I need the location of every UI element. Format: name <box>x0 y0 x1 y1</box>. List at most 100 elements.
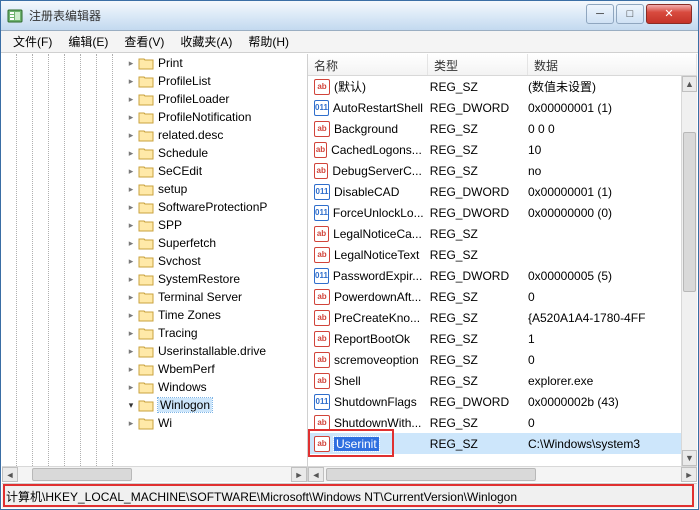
list-row[interactable]: 011ShutdownFlagsREG_DWORD0x0000002b (43) <box>308 391 681 412</box>
expander-closed-icon[interactable]: ▸ <box>126 130 136 140</box>
reg-string-icon: ab <box>314 247 330 263</box>
expander-open-icon[interactable]: ▾ <box>126 400 136 410</box>
menu-favorites[interactable]: 收藏夹(A) <box>172 31 240 52</box>
tree-item[interactable]: ▸Time Zones <box>2 306 307 324</box>
menu-edit[interactable]: 编辑(E) <box>60 31 116 52</box>
menu-help[interactable]: 帮助(H) <box>240 31 297 52</box>
scroll-thumb[interactable] <box>326 468 536 481</box>
value-name: ShutdownFlags <box>334 395 417 409</box>
expander-closed-icon[interactable]: ▸ <box>126 256 136 266</box>
scroll-left-icon[interactable]: ◄ <box>2 467 18 482</box>
list-row[interactable]: 011DisableCADREG_DWORD0x00000001 (1) <box>308 181 681 202</box>
menu-view[interactable]: 查看(V) <box>116 31 172 52</box>
expander-closed-icon[interactable]: ▸ <box>126 94 136 104</box>
tree-item[interactable]: ▸ProfileLoader <box>2 90 307 108</box>
tree-horizontal-scrollbar[interactable]: ◄ ► <box>2 466 307 482</box>
value-type: REG_SZ <box>426 374 524 388</box>
value-type: REG_SZ <box>426 248 524 262</box>
folder-icon <box>138 398 154 412</box>
tree-item[interactable]: ▸ ProfileList <box>2 72 307 90</box>
scroll-left-icon[interactable]: ◄ <box>308 467 324 482</box>
menu-file[interactable]: 文件(F) <box>5 31 60 52</box>
tree-item[interactable]: ▸Tracing <box>2 324 307 342</box>
expander-closed-icon[interactable]: ▸ <box>126 112 136 122</box>
expander-closed-icon[interactable]: ▸ <box>126 328 136 338</box>
expander-closed-icon[interactable]: ▸ <box>126 364 136 374</box>
tree-item-label: ProfileList <box>158 74 211 88</box>
list-row[interactable]: abscremoveoptionREG_SZ0 <box>308 349 681 370</box>
list-horizontal-scrollbar[interactable]: ◄ ► <box>308 466 697 482</box>
list-row[interactable]: abDebugServerC...REG_SZno <box>308 160 681 181</box>
tree-item[interactable]: ▾Winlogon <box>2 396 307 414</box>
tree-item[interactable]: ▸SeCEdit <box>2 162 307 180</box>
reg-dword-icon: 011 <box>314 268 329 284</box>
tree-item[interactable]: ▸Superfetch <box>2 234 307 252</box>
titlebar[interactable]: 注册表编辑器 ─ □ ✕ <box>1 1 698 31</box>
folder-icon <box>138 74 154 88</box>
tree-item[interactable]: ▸Svchost <box>2 252 307 270</box>
expander-closed-icon[interactable]: ▸ <box>126 346 136 356</box>
tree-item[interactable]: ▸SPP <box>2 216 307 234</box>
tree-item-label: Wi <box>158 416 172 430</box>
minimize-button[interactable]: ─ <box>586 4 614 24</box>
list-pane[interactable]: 名称 类型 数据 ab(默认)REG_SZ(数值未设置)011AutoResta… <box>308 54 697 482</box>
reg-string-icon: ab <box>314 331 330 347</box>
tree-item[interactable]: ▸SoftwareProtectionP <box>2 198 307 216</box>
folder-icon <box>138 92 154 106</box>
list-row[interactable]: abShutdownWith...REG_SZ0 <box>308 412 681 433</box>
expander-closed-icon[interactable]: ▸ <box>126 310 136 320</box>
close-button[interactable]: ✕ <box>646 4 692 24</box>
list-vertical-scrollbar[interactable]: ▲ ▼ <box>681 76 697 466</box>
list-row[interactable]: abCachedLogons...REG_SZ10 <box>308 139 681 160</box>
tree-item[interactable]: ▸Print <box>2 54 307 72</box>
scroll-thumb[interactable] <box>32 468 132 481</box>
list-row[interactable]: abShellREG_SZexplorer.exe <box>308 370 681 391</box>
expander-closed-icon[interactable]: ▸ <box>126 76 136 86</box>
list-row[interactable]: 011AutoRestartShellREG_DWORD0x00000001 (… <box>308 97 681 118</box>
tree-item[interactable]: ▸setup <box>2 180 307 198</box>
expander-closed-icon[interactable]: ▸ <box>126 418 136 428</box>
col-name[interactable]: 名称 <box>308 54 428 75</box>
col-type[interactable]: 类型 <box>428 54 528 75</box>
tree-item[interactable]: ▸Userinstallable.drive <box>2 342 307 360</box>
expander-closed-icon[interactable]: ▸ <box>126 148 136 158</box>
expander-closed-icon[interactable]: ▸ <box>126 166 136 176</box>
expander-closed-icon[interactable]: ▸ <box>126 292 136 302</box>
value-type: REG_SZ <box>426 227 524 241</box>
value-data: 0x00000000 (0) <box>524 206 681 220</box>
list-row[interactable]: abReportBootOkREG_SZ1 <box>308 328 681 349</box>
tree-item[interactable]: ▸ProfileNotification <box>2 108 307 126</box>
scroll-up-icon[interactable]: ▲ <box>682 76 697 92</box>
tree-item[interactable]: ▸Schedule <box>2 144 307 162</box>
tree-item[interactable]: ▸related.desc <box>2 126 307 144</box>
list-row[interactable]: 011ForceUnlockLo...REG_DWORD0x00000000 (… <box>308 202 681 223</box>
expander-closed-icon[interactable]: ▸ <box>126 382 136 392</box>
expander-closed-icon[interactable]: ▸ <box>126 58 136 68</box>
tree-item[interactable]: ▸Windows <box>2 378 307 396</box>
scroll-right-icon[interactable]: ► <box>681 467 697 482</box>
expander-closed-icon[interactable]: ▸ <box>126 238 136 248</box>
list-row[interactable]: abBackgroundREG_SZ0 0 0 <box>308 118 681 139</box>
tree-item[interactable]: ▸SystemRestore <box>2 270 307 288</box>
list-row[interactable]: abUserinitREG_SZC:\Windows\system3 <box>308 433 681 454</box>
list-row[interactable]: abPreCreateKno...REG_SZ{A520A1A4-1780-4F… <box>308 307 681 328</box>
list-row[interactable]: abLegalNoticeCa...REG_SZ <box>308 223 681 244</box>
expander-closed-icon[interactable]: ▸ <box>126 274 136 284</box>
list-row[interactable]: abLegalNoticeTextREG_SZ <box>308 244 681 265</box>
col-data[interactable]: 数据 <box>528 54 697 75</box>
scroll-right-icon[interactable]: ► <box>291 467 307 482</box>
tree-item[interactable]: ▸ Wi <box>2 414 307 432</box>
scroll-thumb[interactable] <box>683 132 696 292</box>
tree-pane[interactable]: ▸Print▸ProfileList▸ProfileLoader▸Profile… <box>2 54 308 482</box>
expander-closed-icon[interactable]: ▸ <box>126 184 136 194</box>
tree-item[interactable]: ▸WbemPerf <box>2 360 307 378</box>
maximize-button[interactable]: □ <box>616 4 644 24</box>
expander-closed-icon[interactable]: ▸ <box>126 202 136 212</box>
list-row[interactable]: abPowerdownAft...REG_SZ0 <box>308 286 681 307</box>
list-row[interactable]: 011PasswordExpir...REG_DWORD0x00000005 (… <box>308 265 681 286</box>
list-header: 名称 类型 数据 <box>308 54 697 76</box>
expander-closed-icon[interactable]: ▸ <box>126 220 136 230</box>
list-row[interactable]: ab(默认)REG_SZ(数值未设置) <box>308 76 681 97</box>
tree-item[interactable]: ▸Terminal Server <box>2 288 307 306</box>
scroll-down-icon[interactable]: ▼ <box>682 450 697 466</box>
